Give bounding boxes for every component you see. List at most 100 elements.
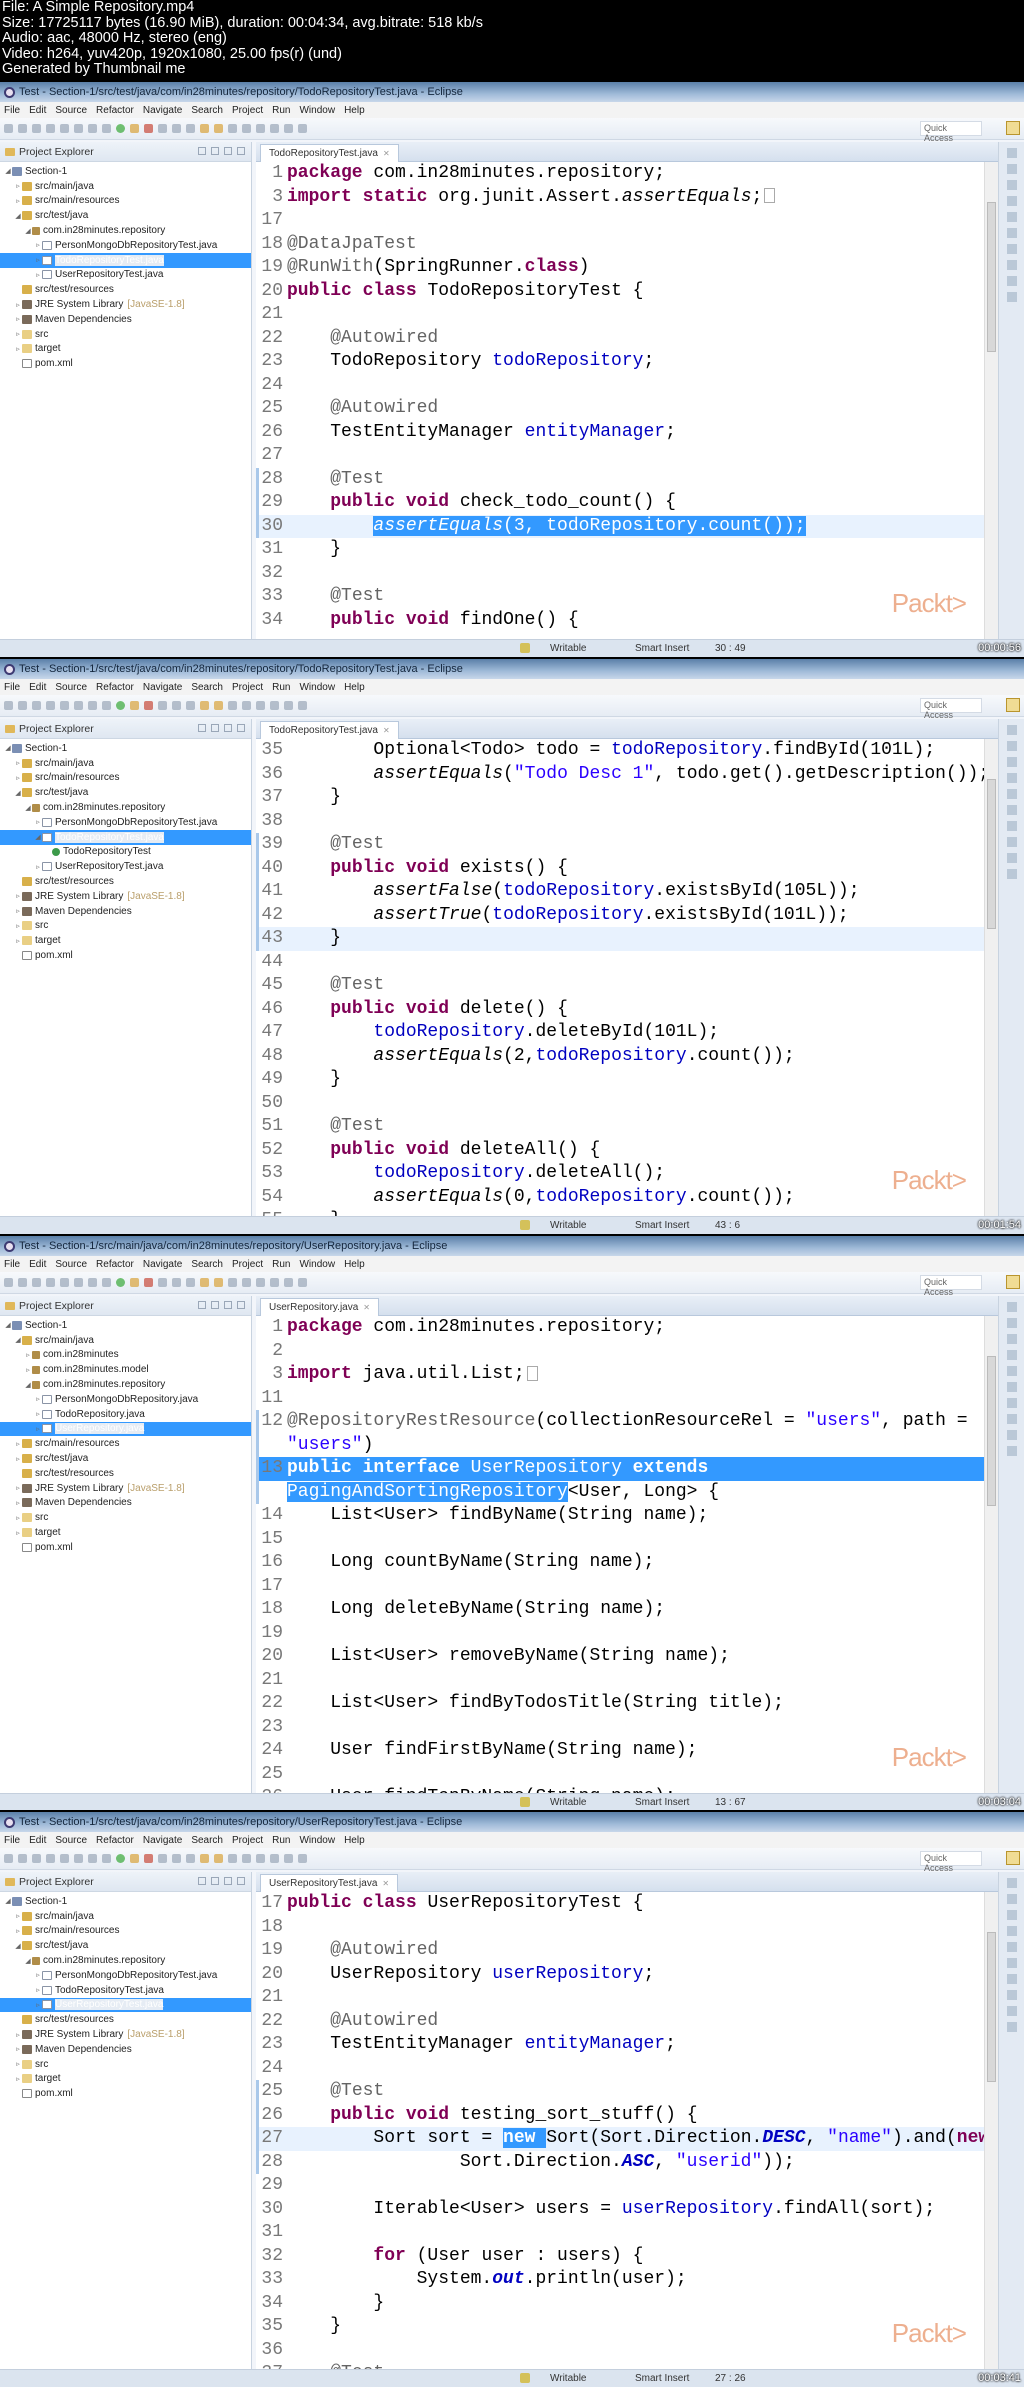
view-shortcut-icon[interactable] xyxy=(1006,1414,1017,1424)
vertical-scrollbar[interactable] xyxy=(984,1316,998,1793)
maximize-icon[interactable] xyxy=(237,724,245,732)
tree-item[interactable]: ◢ TodoRepositoryTest.java xyxy=(0,829,251,845)
tree-item[interactable]: ▹ com.in28minutes.model xyxy=(0,1362,251,1377)
view-shortcut-icon[interactable] xyxy=(1006,1974,1017,1984)
expand-toggle-icon[interactable]: ▹ xyxy=(14,330,22,338)
menu-refactor[interactable]: Refactor xyxy=(96,682,134,693)
maximize-icon[interactable] xyxy=(237,147,245,155)
java-perspective-icon[interactable] xyxy=(1006,698,1020,712)
tree-item[interactable]: ▹ target xyxy=(0,342,251,357)
menu-window[interactable]: Window xyxy=(299,1835,335,1846)
expand-toggle-icon[interactable]: ◢ xyxy=(14,1942,22,1950)
collapse-all-icon[interactable] xyxy=(198,1877,206,1885)
view-shortcut-icon[interactable] xyxy=(1006,757,1017,767)
view-shortcut-icon[interactable] xyxy=(1006,244,1017,254)
expand-toggle-icon[interactable]: ◢ xyxy=(4,167,12,175)
view-shortcut-icon[interactable] xyxy=(1006,1318,1017,1328)
quick-access-input[interactable]: Quick Access xyxy=(920,121,982,143)
toolbar-button-icon[interactable] xyxy=(60,124,69,133)
view-shortcut-icon[interactable] xyxy=(1006,260,1017,270)
toolbar-button-icon[interactable] xyxy=(32,1854,41,1863)
menu-search[interactable]: Search xyxy=(191,682,223,693)
expand-toggle-icon[interactable]: ▹ xyxy=(14,1514,22,1522)
tree-item[interactable]: ▹ PersonMongoDbRepositoryTest.java xyxy=(0,815,251,830)
toolbar-button-icon[interactable] xyxy=(270,124,279,133)
maximize-icon[interactable] xyxy=(237,1877,245,1885)
toolbar-button-icon[interactable] xyxy=(284,1854,293,1863)
minimize-icon[interactable] xyxy=(224,147,232,155)
toolbar-button-icon[interactable] xyxy=(4,701,13,710)
expand-toggle-icon[interactable]: ▹ xyxy=(14,759,22,767)
toolbar-button-icon[interactable] xyxy=(214,701,223,710)
expand-toggle-icon[interactable]: ▹ xyxy=(14,1927,22,1935)
toolbar-button-icon[interactable] xyxy=(158,124,167,133)
tree-item[interactable]: ▹ TodoRepository.java xyxy=(0,1407,251,1422)
toolbar-button-icon[interactable] xyxy=(88,1278,97,1287)
expand-toggle-icon[interactable]: ◢ xyxy=(24,804,32,812)
tree-item[interactable]: ▹ src xyxy=(0,919,251,934)
minimize-icon[interactable] xyxy=(224,1301,232,1309)
collapse-all-icon[interactable] xyxy=(198,147,206,155)
editor-tab[interactable]: TodoRepositoryTest.java ✕ xyxy=(260,721,399,739)
toolbar-button-icon[interactable] xyxy=(144,1854,153,1863)
tree-item[interactable]: ▹ JRE System Library [JavaSE-1.8] xyxy=(0,297,251,312)
expand-toggle-icon[interactable]: ◢ xyxy=(14,789,22,797)
tree-item[interactable]: TodoRepositoryTest xyxy=(0,845,251,860)
expand-toggle-icon[interactable]: ◢ xyxy=(4,744,12,752)
collapse-all-icon[interactable] xyxy=(198,724,206,732)
minimize-icon[interactable] xyxy=(224,724,232,732)
tree-item[interactable]: ◢ src/test/java xyxy=(0,1938,251,1953)
view-shortcut-icon[interactable] xyxy=(1006,180,1017,190)
menu-navigate[interactable]: Navigate xyxy=(143,105,182,116)
expand-toggle-icon[interactable]: ◢ xyxy=(4,1321,12,1329)
menu-help[interactable]: Help xyxy=(344,1835,365,1846)
toolbar-button-icon[interactable] xyxy=(102,701,111,710)
scrollbar-thumb[interactable] xyxy=(987,1932,996,2082)
menu-file[interactable]: File xyxy=(4,105,20,116)
expand-toggle-icon[interactable]: ▹ xyxy=(14,1484,22,1492)
expand-toggle-icon[interactable]: ▹ xyxy=(34,1425,42,1433)
tree-item[interactable]: pom.xml xyxy=(0,356,251,371)
tree-item[interactable]: src/test/resources xyxy=(0,1466,251,1481)
code-area[interactable]: 17 public class UserRepositoryTest {18 19 … xyxy=(256,1892,984,2369)
menu-navigate[interactable]: Navigate xyxy=(143,1259,182,1270)
toolbar-button-icon[interactable] xyxy=(18,701,27,710)
toolbar-button-icon[interactable] xyxy=(200,124,209,133)
toolbar-button-icon[interactable] xyxy=(256,124,265,133)
code-area[interactable]: 35 Optional<Todo> todo = todoRepository.… xyxy=(256,739,984,1216)
toolbar-button-icon[interactable] xyxy=(242,701,251,710)
toolbar-button-icon[interactable] xyxy=(88,701,97,710)
toolbar-button-icon[interactable] xyxy=(298,1278,307,1287)
tree-item[interactable]: ▹ PersonMongoDbRepositoryTest.java xyxy=(0,1968,251,1983)
view-shortcut-icon[interactable] xyxy=(1006,1990,1017,2000)
toolbar-button-icon[interactable] xyxy=(200,1278,209,1287)
menu-refactor[interactable]: Refactor xyxy=(96,1259,134,1270)
tree-item[interactable]: ▹ UserRepositoryTest.java xyxy=(0,268,251,283)
toolbar-button-icon[interactable] xyxy=(186,701,195,710)
view-shortcut-icon[interactable] xyxy=(1006,1894,1017,1904)
close-tab-icon[interactable]: ✕ xyxy=(383,149,390,158)
expand-toggle-icon[interactable]: ▹ xyxy=(34,1395,42,1403)
toolbar-button-icon[interactable] xyxy=(18,124,27,133)
toolbar-button-icon[interactable] xyxy=(158,701,167,710)
view-shortcut-icon[interactable] xyxy=(1006,805,1017,815)
view-shortcut-icon[interactable] xyxy=(1006,1446,1017,1456)
view-shortcut-icon[interactable] xyxy=(1006,2022,1017,2032)
view-shortcut-icon[interactable] xyxy=(1006,148,1017,158)
close-tab-icon[interactable]: ✕ xyxy=(363,1303,370,1312)
tree-item[interactable]: ▹ com.in28minutes xyxy=(0,1348,251,1363)
view-shortcut-icon[interactable] xyxy=(1006,773,1017,783)
tree-item[interactable]: ◢ src/main/java xyxy=(0,1333,251,1348)
toolbar-button-icon[interactable] xyxy=(130,1854,139,1863)
vertical-scrollbar[interactable] xyxy=(984,1892,998,2369)
tree-item[interactable]: src/test/resources xyxy=(0,282,251,297)
menu-file[interactable]: File xyxy=(4,1259,20,1270)
expand-toggle-icon[interactable]: ▹ xyxy=(14,197,22,205)
toolbar-button-icon[interactable] xyxy=(74,1278,83,1287)
tree-item[interactable]: ▹ TodoRepositoryTest.java xyxy=(0,252,251,268)
toolbar-button-icon[interactable] xyxy=(60,701,69,710)
toolbar-button-icon[interactable] xyxy=(256,701,265,710)
tree-item[interactable]: ▹ JRE System Library [JavaSE-1.8] xyxy=(0,1481,251,1496)
toolbar-button-icon[interactable] xyxy=(186,124,195,133)
view-shortcut-icon[interactable] xyxy=(1006,1302,1017,1312)
